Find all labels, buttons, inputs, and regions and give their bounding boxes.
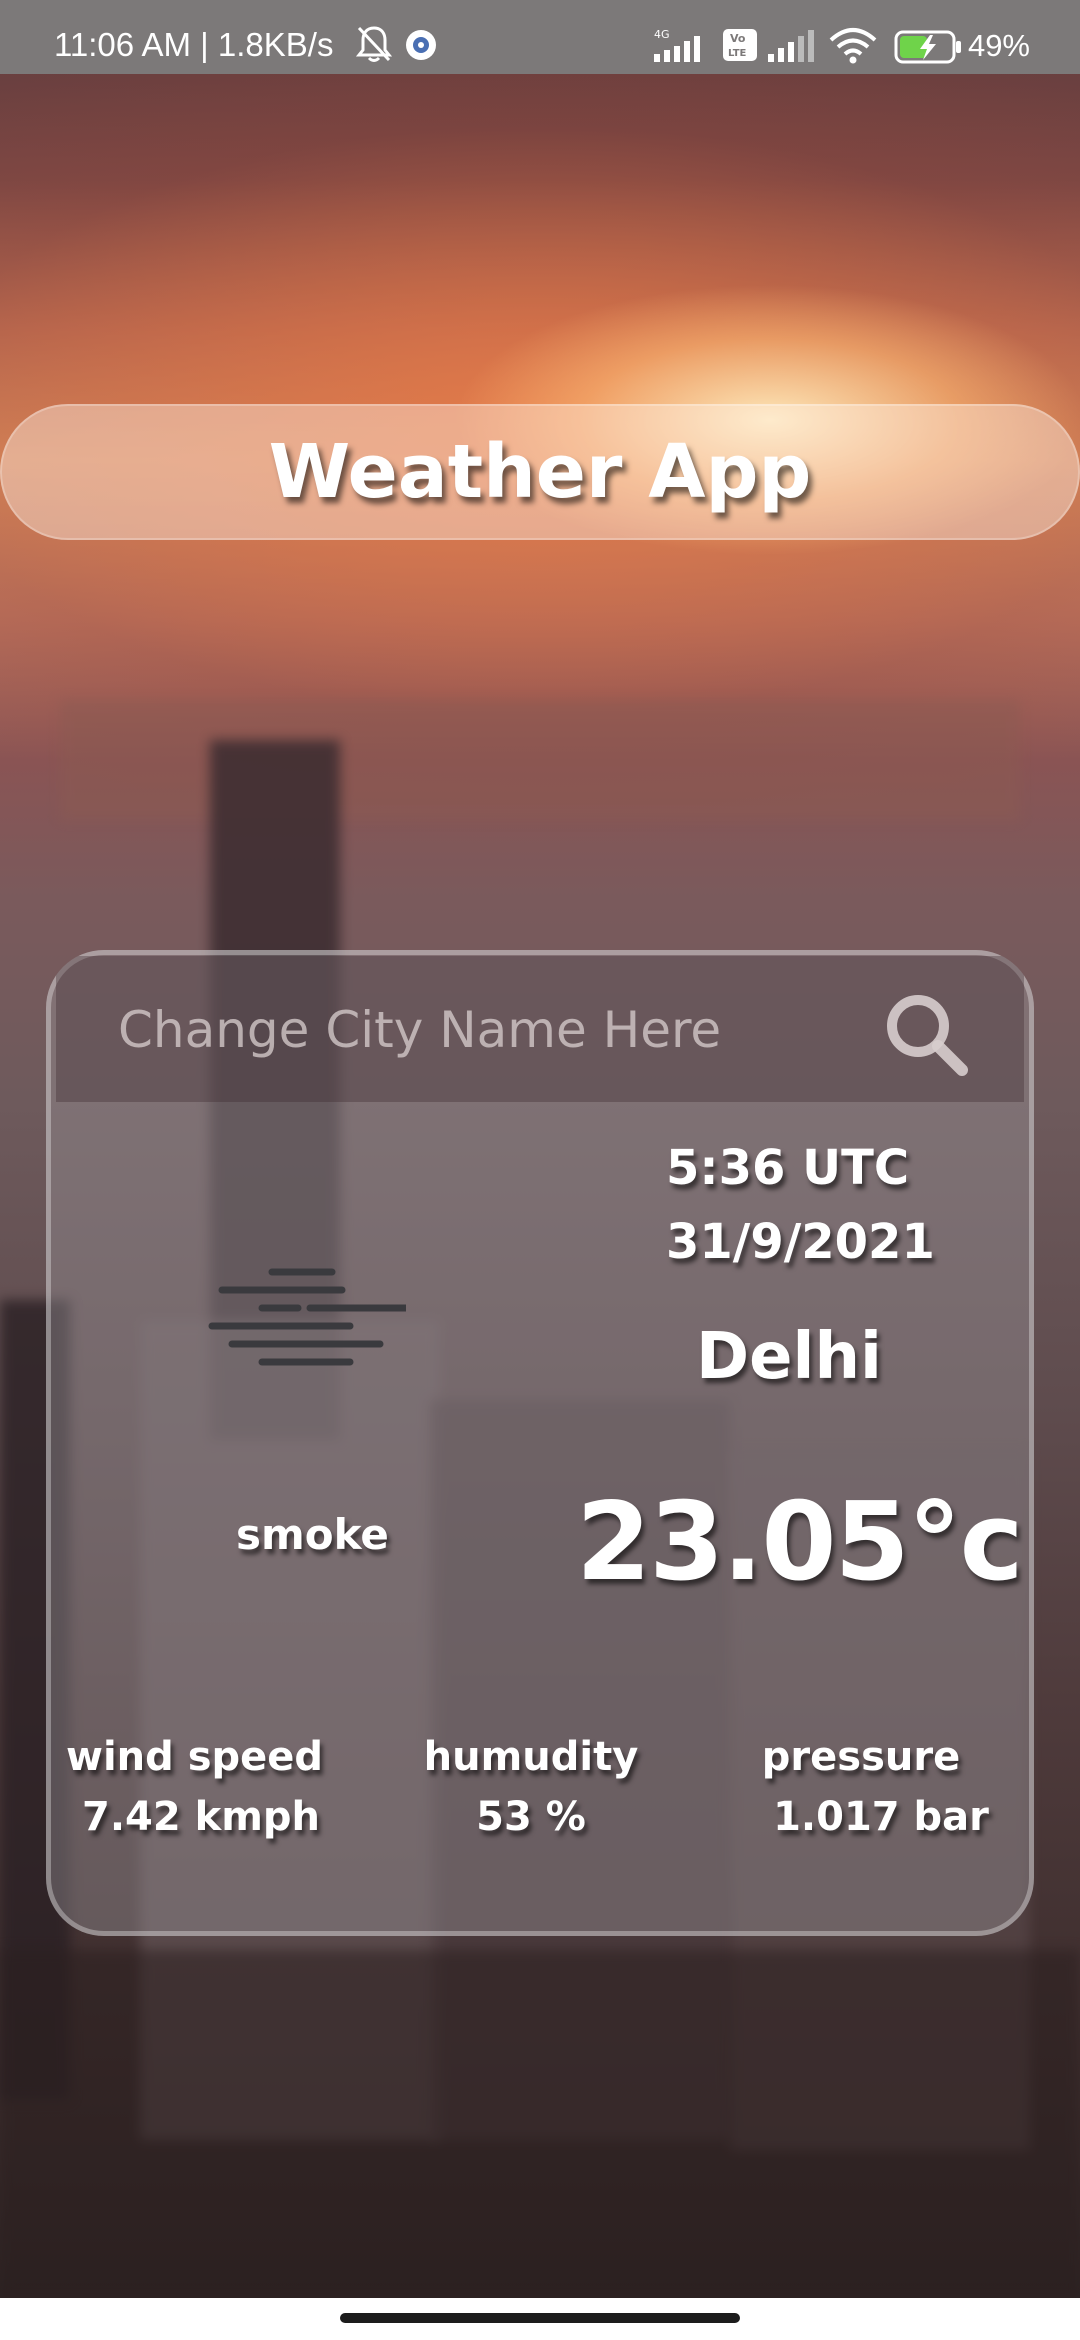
weather-card: 5:36 UTC 31/9/2021 Delhi smoke 23.05°c w… <box>46 950 1034 1936</box>
humidity-value: 53 % <box>476 1794 586 1840</box>
pressure-label: pressure <box>761 1734 961 1780</box>
wifi-icon <box>829 28 877 64</box>
app-notification-icon <box>406 30 436 60</box>
bell-off-icon <box>356 26 392 62</box>
app-title: Weather App <box>268 429 812 515</box>
status-bar: 11:06 AM | 1.8KB/s 4G Vo LTE 49% <box>0 0 1080 74</box>
status-time: 11:06 AM | 1.8KB/s <box>54 26 334 63</box>
battery-percentage: 49% <box>967 28 1030 63</box>
svg-text:LTE: LTE <box>728 48 747 59</box>
wind-speed-value: 7.42 kmph <box>81 1794 320 1840</box>
observation-time: 5:36 UTC <box>666 1140 910 1196</box>
weather-condition: smoke <box>236 1510 389 1559</box>
title-banner: Weather App <box>0 404 1080 540</box>
background-building <box>0 1950 1080 2300</box>
svg-text:Vo: Vo <box>730 32 746 45</box>
signal-4g-icon: 4G <box>654 28 700 62</box>
humidity-label: humudity <box>423 1734 639 1780</box>
home-indicator[interactable] <box>340 2313 740 2323</box>
temperature-value: 23.05°c <box>576 1480 1024 1605</box>
signal-icon <box>768 30 814 62</box>
pressure-value: 1.017 bar <box>773 1794 989 1840</box>
battery-charging-icon <box>894 30 961 64</box>
volte-icon: Vo LTE <box>723 29 757 61</box>
wind-speed-label: wind speed <box>66 1734 324 1780</box>
city-name: Delhi <box>696 1320 882 1394</box>
search-icon <box>887 995 968 1076</box>
observation-date: 31/9/2021 <box>666 1214 935 1270</box>
background-cityscape <box>60 700 1020 820</box>
search-button[interactable] <box>876 984 976 1084</box>
search-bar <box>56 956 1024 1102</box>
smoke-haze-icon <box>208 1268 406 1366</box>
svg-text:4G: 4G <box>654 28 670 41</box>
city-search-input[interactable] <box>116 984 880 1076</box>
